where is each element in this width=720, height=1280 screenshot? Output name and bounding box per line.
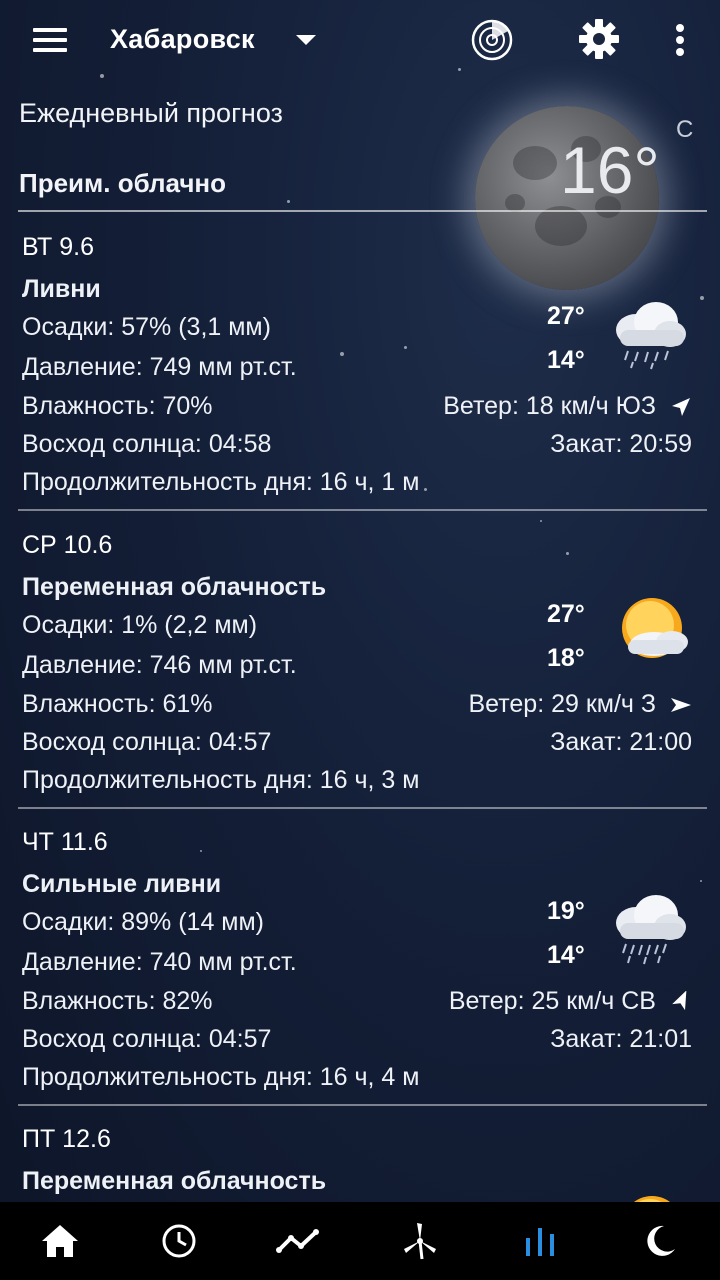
more-options-button[interactable] <box>660 16 700 64</box>
day-date: ПТ 12.6 <box>22 1125 111 1153</box>
nav-daily-forecast[interactable] <box>516 1218 564 1264</box>
radar-button[interactable] <box>468 16 516 64</box>
partly-cloudy-icon <box>634 1196 670 1202</box>
chart-line-icon <box>276 1229 319 1253</box>
day-precipitation: Осадки: 1% (2,2 мм) <box>22 611 258 639</box>
day-forecast[interactable]: ПТ 12.6 Переменная облачность <box>0 1120 720 1202</box>
gear-icon <box>579 19 619 59</box>
day-date: ВТ 9.6 <box>22 233 94 261</box>
current-condition: Преим. облачно <box>19 168 226 198</box>
home-icon <box>42 1225 78 1257</box>
day-date: СР 10.6 <box>22 531 113 559</box>
nav-graph[interactable] <box>275 1218 323 1264</box>
day-forecast[interactable]: СР 10.6 Переменная облачность Осадки: 1%… <box>0 526 720 810</box>
day-forecast[interactable]: ВТ 9.6 Ливни Осадки: 57% (3,1 мм) Давлен… <box>0 228 720 512</box>
day-sunrise: Восход солнца: 04:58 <box>22 430 272 458</box>
day-pressure: Давление: 740 мм рт.ст. <box>22 948 297 976</box>
divider <box>18 210 707 212</box>
partly-cloudy-icon <box>622 598 688 658</box>
day-min-temp: 14° <box>547 346 585 374</box>
rain-cloud-icon <box>616 302 686 370</box>
radar-icon <box>471 19 513 61</box>
day-min-temp: 18° <box>547 644 585 672</box>
wind-turbine-icon <box>404 1223 436 1260</box>
day-length: Продолжительность дня: 16 ч, 4 м <box>22 1063 420 1091</box>
app-bar: Хабаровск <box>0 0 720 82</box>
wind-direction-icon <box>672 990 687 1010</box>
settings-button[interactable] <box>574 14 624 64</box>
day-precipitation: Осадки: 89% (14 мм) <box>22 908 264 936</box>
clock-icon <box>162 1224 196 1258</box>
day-sunrise: Восход солнца: 04:57 <box>22 728 272 756</box>
day-wind: Ветер: 18 км/ч ЮЗ <box>443 392 692 421</box>
day-length: Продолжительность дня: 16 ч, 1 м <box>22 468 420 496</box>
day-wind: Ветер: 25 км/ч СВ <box>449 987 692 1016</box>
day-min-temp: 14° <box>547 941 585 969</box>
day-sunset: Закат: 21:01 <box>550 1025 692 1053</box>
wind-text: Ветер: 29 км/ч З <box>468 690 656 718</box>
day-sunrise: Восход солнца: 04:57 <box>22 1025 272 1053</box>
caret-down-icon[interactable] <box>292 26 320 54</box>
hamburger-menu-icon <box>33 28 67 52</box>
nav-moon[interactable] <box>636 1218 684 1264</box>
section-title: Ежедневный прогноз <box>19 98 283 128</box>
bar-chart-icon <box>526 1228 554 1256</box>
city-name[interactable]: Хабаровск <box>110 24 255 55</box>
divider <box>18 1104 707 1106</box>
nav-home[interactable] <box>36 1218 84 1264</box>
day-condition: Ливни <box>22 275 101 303</box>
day-humidity: Влажность: 61% <box>22 690 213 718</box>
day-condition: Переменная облачность <box>22 1167 327 1195</box>
wind-text: Ветер: 18 км/ч ЮЗ <box>443 392 656 420</box>
more-vert-icon <box>676 24 684 56</box>
day-condition: Переменная облачность <box>22 573 327 601</box>
day-sunset: Закат: 21:00 <box>550 728 692 756</box>
moon-icon <box>647 1225 675 1256</box>
day-pressure: Давление: 746 мм рт.ст. <box>22 651 297 679</box>
day-date: ЧТ 11.6 <box>22 828 108 856</box>
day-max-temp: 19° <box>547 897 585 925</box>
wind-direction-icon <box>671 697 691 712</box>
day-humidity: Влажность: 82% <box>22 987 213 1015</box>
day-max-temp: 27° <box>547 600 585 628</box>
wind-text: Ветер: 25 км/ч СВ <box>448 987 656 1015</box>
day-length: Продолжительность дня: 16 ч, 3 м <box>22 766 420 794</box>
heavy-rain-cloud-icon <box>616 895 686 965</box>
day-forecast[interactable]: ЧТ 11.6 Сильные ливни Осадки: 89% (14 мм… <box>0 823 720 1107</box>
divider <box>18 509 707 511</box>
day-condition: Сильные ливни <box>22 870 222 898</box>
day-humidity: Влажность: 70% <box>22 392 213 420</box>
day-pressure: Давление: 749 мм рт.ст. <box>22 353 297 381</box>
day-precipitation: Осадки: 57% (3,1 мм) <box>22 313 271 341</box>
day-sunset: Закат: 20:59 <box>550 430 692 458</box>
temperature-unit[interactable]: C <box>676 116 693 144</box>
nav-wind[interactable] <box>396 1218 444 1264</box>
nav-hourly[interactable] <box>155 1218 203 1264</box>
menu-button[interactable] <box>28 20 72 60</box>
current-temperature: 16° <box>560 133 660 207</box>
wind-direction-icon <box>672 397 690 416</box>
bottom-navigation <box>0 1202 720 1280</box>
day-max-temp: 27° <box>547 302 585 330</box>
day-wind: Ветер: 29 км/ч З <box>468 690 692 719</box>
divider <box>18 807 707 809</box>
